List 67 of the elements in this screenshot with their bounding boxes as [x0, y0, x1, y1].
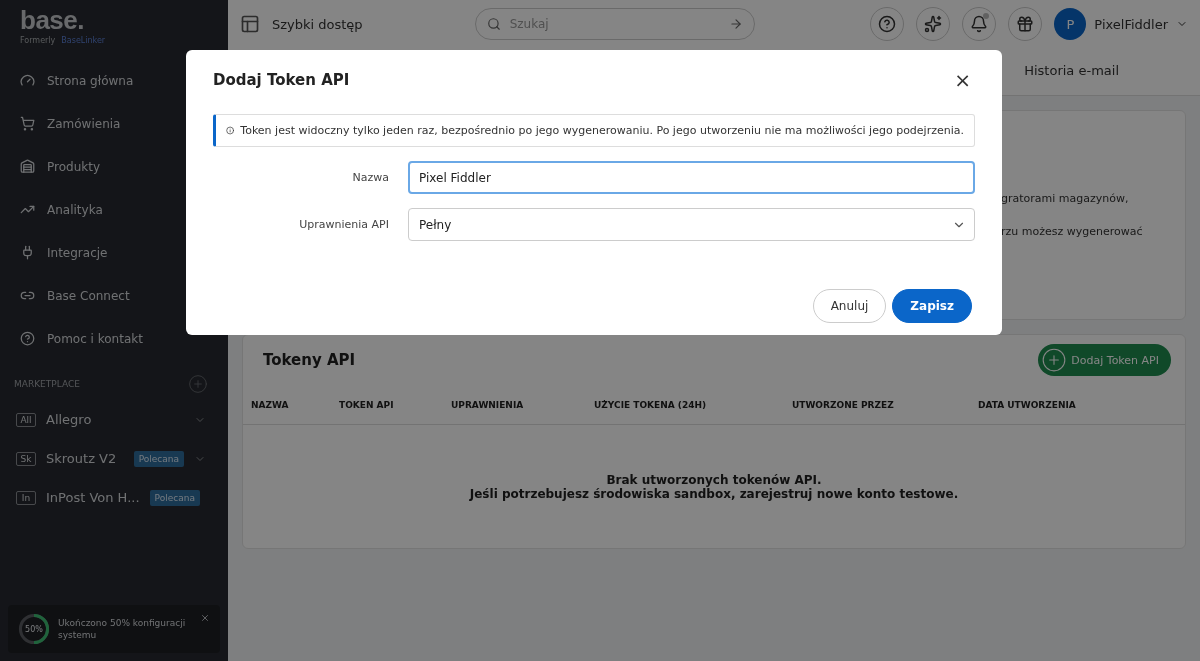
modal-title: Dodaj Token API [213, 71, 350, 89]
sparkle-icon [924, 15, 943, 33]
progress-reading: 50% [25, 624, 43, 634]
bell-icon [970, 15, 989, 33]
info-text: rzu możesz wygenerować [1001, 225, 1144, 238]
former-brand: BaseLinker [61, 36, 106, 45]
column-header: UŻYCIE TOKENA (24H) [594, 399, 708, 410]
card-title: Tokeny API [263, 351, 356, 369]
empty-message: Brak utworzonych tokenów API. [606, 472, 822, 487]
recommended-badge: Polecana [149, 489, 200, 506]
marketplace-code: In [16, 490, 36, 505]
marketplace-code: Sk [16, 451, 36, 466]
nav-item[interactable]: Zamówienia [0, 102, 228, 145]
marketplace-name: Skroutz V2 [46, 451, 118, 466]
warehouse-icon [20, 159, 35, 174]
avatar: P [1054, 8, 1087, 40]
close-button[interactable]: × [950, 68, 975, 92]
plus-icon [1041, 347, 1068, 373]
marketplace-name: InPost Von H... [46, 490, 140, 505]
nav-item[interactable]: Analityka [0, 188, 228, 231]
notifications-button[interactable] [962, 7, 997, 41]
help-button[interactable] [870, 7, 905, 41]
help-icon [20, 331, 35, 346]
nav-item[interactable]: Produkty [0, 145, 228, 188]
column-header: TOKEN API [339, 399, 395, 410]
column-header: UTWORZONE PRZEZ [792, 399, 895, 410]
nav-item[interactable]: Integracje [0, 231, 228, 274]
input-field[interactable]: Pixel Fiddler [408, 161, 975, 194]
search-icon [486, 17, 501, 31]
field-label: Nazwa [351, 171, 389, 184]
marketplace-code: All [16, 412, 36, 427]
marketplace-item[interactable]: In InPost Von H... Polecana [0, 478, 228, 517]
nav-item[interactable]: Base Connect [0, 274, 228, 317]
tab[interactable]: Historia e-mail [1018, 48, 1125, 95]
gauge-icon [20, 73, 35, 88]
help-icon [878, 15, 897, 33]
progress-text: Ukończono 50% konfiguracji systemu [58, 617, 187, 641]
layout-icon[interactable] [240, 14, 260, 34]
alert-text: Token jest widoczny tylko jeden raz, bezpośrednio po jego wygenerowaniu. Po jego utworzeniu nie ma możliwości jego podejrzenia. [240, 124, 964, 137]
arrow-icon [728, 17, 743, 31]
recommended-badge: Polecana [133, 450, 184, 467]
nav-item[interactable]: Pomoc i kontakt [0, 317, 228, 360]
user-menu[interactable]: P PixelFiddler [1054, 8, 1188, 40]
column-header: DATA UTWORZENIA [978, 399, 1077, 410]
section-title: MARKETPLACE [14, 379, 80, 389]
quick-access-label[interactable]: Szybki dostęp [272, 16, 363, 32]
formerly-label: Formerly [20, 36, 56, 45]
gift-icon [1016, 15, 1035, 33]
sparkle-button[interactable] [916, 7, 951, 41]
cancel-button[interactable]: Anuluj [812, 289, 887, 323]
close-icon[interactable] [200, 613, 210, 623]
plug-icon [20, 245, 35, 260]
logo: base. [20, 6, 85, 34]
add-token-button[interactable]: Dodaj Token API [1038, 344, 1171, 376]
marketplace-item[interactable]: Sk Skroutz V2 Polecana [0, 439, 228, 478]
empty-message: Jeśli potrzebujesz środowiska sandbox, zarejestruj nowe konto testowe. [469, 486, 959, 501]
info-text: gratorami magazynów, [1001, 192, 1130, 205]
column-header: NAZWA [251, 399, 290, 410]
marketplace-name: Allegro [46, 412, 93, 427]
marketplace-item[interactable]: All Allegro [0, 400, 228, 439]
save-button[interactable]: Zapisz [892, 289, 972, 323]
info-icon [226, 123, 235, 138]
field-label: Uprawnienia API [298, 218, 389, 231]
gift-button[interactable] [1008, 7, 1043, 41]
column-header: UPRAWNIENIA [451, 399, 525, 410]
cart-icon [20, 116, 35, 131]
select-field[interactable]: Pełny [408, 208, 975, 241]
